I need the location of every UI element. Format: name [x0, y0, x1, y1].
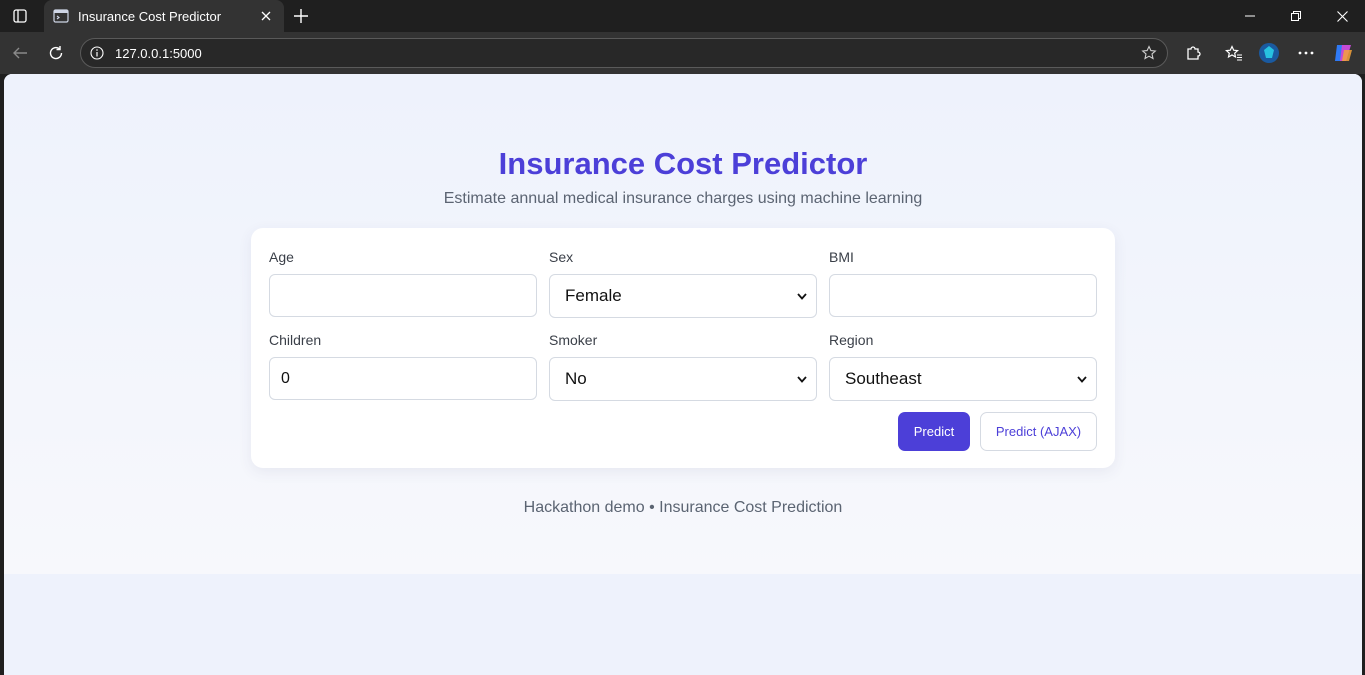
sex-select[interactable]: Female — [549, 274, 817, 318]
region-label: Region — [829, 332, 874, 348]
region-select[interactable]: Southeast — [829, 357, 1097, 401]
smoker-label: Smoker — [549, 332, 598, 348]
site-info-icon[interactable] — [89, 45, 105, 61]
copilot-shield-icon[interactable] — [1257, 41, 1281, 65]
copilot-icon[interactable] — [1331, 41, 1355, 65]
sex-selected-value: Female — [565, 286, 622, 305]
more-options-icon[interactable] — [1294, 41, 1318, 65]
browser-toolbar: 127.0.0.1:5000 — [0, 32, 1365, 74]
restore-icon[interactable] — [1273, 0, 1319, 32]
sex-field-group: Sex Female — [549, 249, 817, 318]
close-tab-icon[interactable] — [256, 6, 276, 26]
browser-tab[interactable]: Insurance Cost Predictor — [44, 0, 284, 32]
children-label: Children — [269, 332, 322, 348]
new-tab-icon[interactable] — [290, 5, 312, 27]
window-controls — [1227, 0, 1365, 32]
close-window-icon[interactable] — [1319, 0, 1365, 32]
chevron-down-icon — [796, 290, 808, 302]
minimize-icon[interactable] — [1227, 0, 1273, 32]
page-footer: Hackathon demo • Insurance Cost Predicti… — [523, 499, 843, 516]
favorites-icon[interactable] — [1222, 41, 1246, 65]
region-selected-value: Southeast — [845, 369, 922, 388]
back-arrow-icon[interactable] — [8, 41, 32, 65]
favorite-star-icon[interactable] — [1139, 43, 1159, 63]
refresh-icon[interactable] — [44, 41, 68, 65]
age-field-group: Age — [269, 249, 537, 317]
smoker-selected-value: No — [565, 369, 587, 388]
smoker-select[interactable]: No — [549, 357, 817, 401]
age-input[interactable] — [269, 274, 537, 317]
predict-button[interactable]: Predict — [898, 412, 970, 451]
region-field-group: Region Southeast — [829, 332, 1097, 401]
browser-tab-bar: Insurance Cost Predictor — [0, 0, 1365, 32]
tab-title: Insurance Cost Predictor — [78, 8, 222, 24]
smoker-field-group: Smoker No — [549, 332, 817, 401]
chevron-down-icon — [1076, 373, 1088, 385]
bmi-label: BMI — [829, 249, 854, 265]
prediction-form-card: Age Sex Female BMI Children 0 Smoker No — [251, 228, 1115, 468]
children-field-group: Children 0 — [269, 332, 537, 400]
children-input[interactable]: 0 — [269, 357, 537, 400]
age-label: Age — [269, 249, 294, 265]
bmi-field-group: BMI — [829, 249, 1097, 317]
tab-actions-icon[interactable] — [10, 6, 30, 26]
page-viewport: Insurance Cost Predictor Estimate annual… — [4, 74, 1362, 675]
sex-label: Sex — [549, 249, 574, 265]
page-title: Insurance Cost Predictor — [498, 146, 868, 181]
bmi-input[interactable] — [829, 274, 1097, 317]
extensions-icon[interactable] — [1181, 41, 1205, 65]
address-bar[interactable]: 127.0.0.1:5000 — [80, 38, 1168, 68]
page-subtitle: Estimate annual medical insurance charge… — [443, 190, 923, 207]
url-text: 127.0.0.1:5000 — [115, 45, 202, 61]
predict-ajax-button[interactable]: Predict (AJAX) — [980, 412, 1097, 451]
chevron-down-icon — [796, 373, 808, 385]
terminal-icon — [53, 8, 69, 24]
